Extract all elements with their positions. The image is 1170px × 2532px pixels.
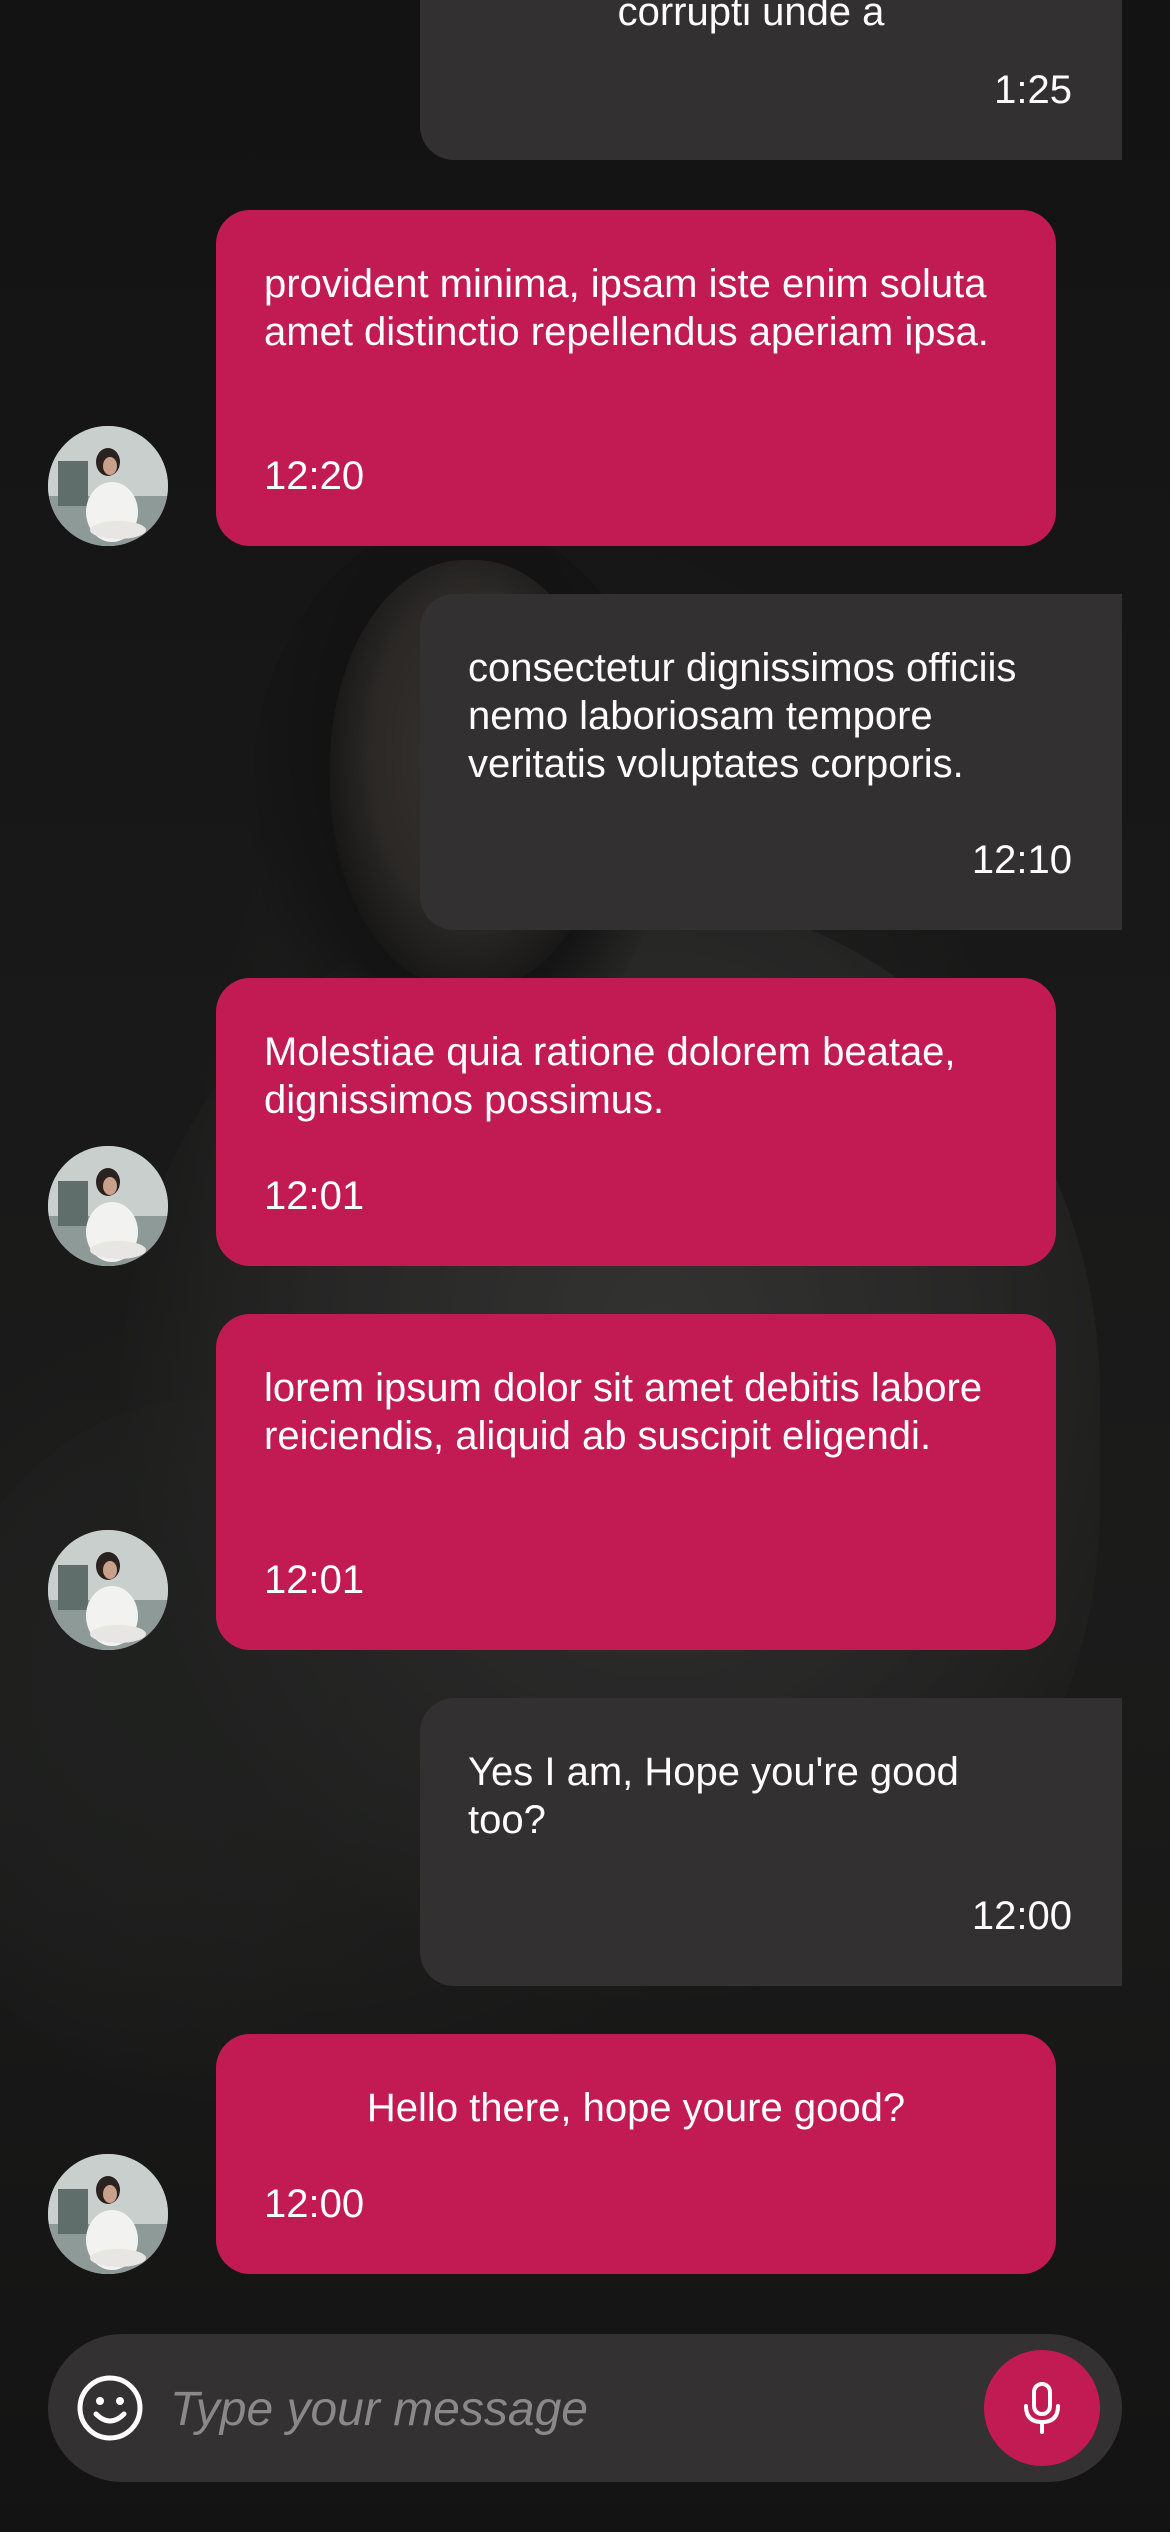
message-time: 12:20 <box>264 454 365 498</box>
message-input[interactable] <box>168 2368 992 2450</box>
avatar-photo-icon <box>48 1146 168 1266</box>
message-text: Yes I am, Hope you're good too? <box>468 1750 959 1842</box>
contact-avatar[interactable] <box>48 1146 168 1266</box>
message-text: Hello there, hope youre good? <box>366 2086 906 2130</box>
voice-record-button[interactable] <box>984 2350 1100 2466</box>
message-text: corrupti unde a <box>617 0 885 34</box>
incoming-message[interactable]: Molestiae quia ratione dolorem beatae, d… <box>216 978 1056 1266</box>
avatar-photo-icon <box>48 426 168 546</box>
message-text: lorem ipsum dolor sit amet debitis labor… <box>264 1366 983 1458</box>
message-text: consectetur dignissimos officiis nemo la… <box>468 646 1017 786</box>
avatar-photo-icon <box>48 2154 168 2274</box>
contact-avatar[interactable] <box>48 2154 168 2274</box>
message-time: 12:00 <box>971 1894 1072 1938</box>
outgoing-message[interactable]: corrupti unde a 1:25 <box>420 0 1122 160</box>
message-text: Molestiae quia ratione dolorem beatae, d… <box>264 1030 956 1122</box>
microphone-icon <box>1024 2382 1060 2434</box>
message-text: provident minima, ipsam iste enim soluta… <box>264 262 989 354</box>
contact-avatar[interactable] <box>48 1530 168 1650</box>
smiley-icon[interactable] <box>76 2374 144 2442</box>
contact-avatar[interactable] <box>48 426 168 546</box>
outgoing-message[interactable]: consectetur dignissimos officiis nemo la… <box>420 594 1122 930</box>
message-time: 12:01 <box>264 1174 365 1218</box>
incoming-message[interactable]: Hello there, hope youre good? 12:00 <box>216 2034 1056 2274</box>
message-composer <box>48 2334 1122 2482</box>
avatar-photo-icon <box>48 1530 168 1650</box>
message-time: 12:01 <box>264 1558 365 1602</box>
message-time: 12:10 <box>971 838 1072 882</box>
incoming-message[interactable]: lorem ipsum dolor sit amet debitis labor… <box>216 1314 1056 1650</box>
message-time: 1:25 <box>994 68 1072 112</box>
incoming-message[interactable]: provident minima, ipsam iste enim soluta… <box>216 210 1056 546</box>
outgoing-message[interactable]: Yes I am, Hope you're good too? 12:00 <box>420 1698 1122 1986</box>
message-time: 12:00 <box>264 2182 365 2226</box>
